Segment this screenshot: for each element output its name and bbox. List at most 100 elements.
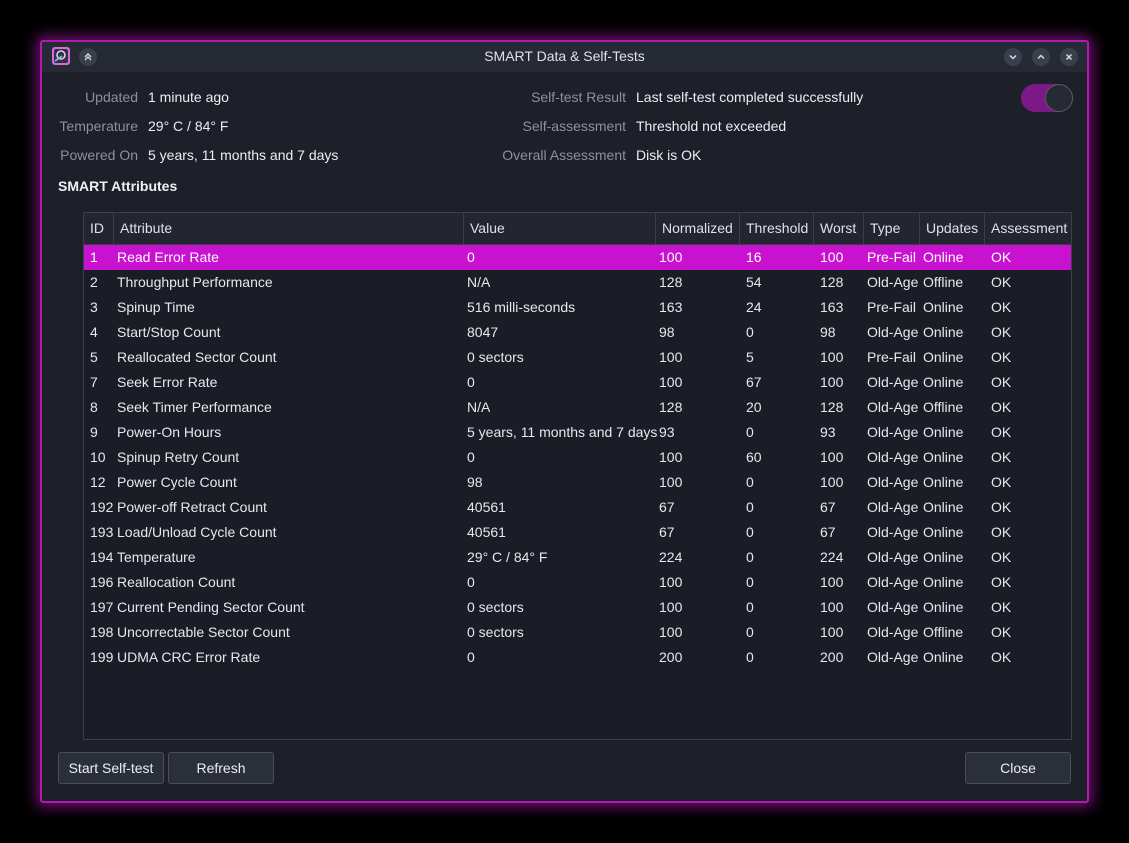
maximize-button[interactable] [1032, 48, 1050, 66]
selftest-result-label: Self-test Result [531, 89, 626, 105]
column-header-worst[interactable]: Worst [814, 213, 864, 244]
window-title: SMART Data & Self-Tests [484, 48, 645, 64]
table-row[interactable]: 199 UDMA CRC Error Rate 0 200 0 200 Old-Age Onl… [84, 645, 1071, 670]
row-threshold-cell: 20 [746, 399, 762, 415]
table-row[interactable]: 192 Power-off Retract Count 40561 67 0 67 Old-… [84, 495, 1071, 520]
row-attribute-cell: Throughput Performance [117, 274, 273, 290]
updated-value: 1 minute ago [148, 89, 229, 105]
column-header-type[interactable]: Type [864, 213, 920, 244]
row-updates-cell: Online [923, 449, 964, 465]
refresh-button[interactable]: Refresh [168, 752, 274, 784]
row-attribute-cell: Seek Error Rate [117, 374, 218, 390]
row-id-cell: 5 [90, 349, 98, 365]
table-row[interactable]: 3 Spinup Time 516 milli-seconds 163 24 163 Pre… [84, 295, 1071, 320]
row-value-cell: 40561 [467, 499, 506, 515]
row-threshold-cell: 0 [746, 649, 754, 665]
table-row[interactable]: 5 Reallocated Sector Count 0 sectors 100 5 10… [84, 345, 1071, 370]
row-updates-cell: Online [923, 574, 964, 590]
row-assessment-cell: OK [991, 599, 1012, 615]
row-id-cell: 193 [90, 524, 114, 540]
row-id-cell: 7 [90, 374, 98, 390]
row-value-cell: N/A [467, 274, 491, 290]
title-bar[interactable]: SMART Data & Self-Tests [42, 42, 1087, 72]
table-row[interactable]: 4 Start/Stop Count 8047 98 0 98 Old-Age Online O… [84, 320, 1071, 345]
table-row[interactable]: 12 Power Cycle Count 98 100 0 100 Old-Age Onlin… [84, 470, 1071, 495]
row-worst-cell: 67 [820, 524, 836, 540]
table-row[interactable]: 9 Power-On Hours 5 years, 11 months and 7 … [84, 420, 1071, 445]
row-worst-cell: 100 [820, 574, 844, 590]
minimize-button[interactable] [1004, 48, 1022, 66]
row-id-cell: 9 [90, 424, 98, 440]
temperature-label: Temperature [59, 118, 138, 134]
table-body: 1 Read Error Rate 0 100 16 100 Pre-Fail Online O… [84, 245, 1071, 670]
row-assessment-cell: OK [991, 499, 1012, 515]
row-id-cell: 192 [90, 499, 114, 515]
table-row[interactable]: 1 Read Error Rate 0 100 16 100 Pre-Fail Online O… [84, 245, 1071, 270]
start-self-test-button[interactable]: Start Self-test [58, 752, 164, 784]
row-updates-cell: Online [923, 474, 964, 490]
table-row[interactable]: 194 Temperature 29° C / 84° F 224 0 224 Old-Ag… [84, 545, 1071, 570]
row-id-cell: 194 [90, 549, 114, 565]
row-type-cell: Old-Age [867, 524, 919, 540]
row-worst-cell: 100 [820, 374, 844, 390]
table-row[interactable]: 2 Throughput Performance N/A 128 54 128 Old-Ag… [84, 270, 1071, 295]
row-updates-cell: Offline [923, 399, 964, 415]
row-worst-cell: 100 [820, 349, 844, 365]
table-row[interactable]: 193 Load/Unload Cycle Count 40561 67 0 67 Old-… [84, 520, 1071, 545]
row-attribute-cell: Spinup Time [117, 299, 195, 315]
row-updates-cell: Online [923, 424, 964, 440]
row-attribute-cell: Reallocated Sector Count [117, 349, 277, 365]
row-worst-cell: 100 [820, 474, 844, 490]
row-id-cell: 3 [90, 299, 98, 315]
close-window-button[interactable] [1060, 48, 1078, 66]
column-header-assessment[interactable]: Assessment [985, 213, 1072, 244]
row-updates-cell: Online [923, 324, 964, 340]
column-header-normalized[interactable]: Normalized [656, 213, 740, 244]
row-assessment-cell: OK [991, 299, 1012, 315]
row-threshold-cell: 0 [746, 324, 754, 340]
row-threshold-cell: 16 [746, 249, 762, 265]
row-id-cell: 2 [90, 274, 98, 290]
row-assessment-cell: OK [991, 324, 1012, 340]
row-assessment-cell: OK [991, 399, 1012, 415]
row-worst-cell: 100 [820, 449, 844, 465]
table-row[interactable]: 8 Seek Timer Performance N/A 128 20 128 Old-Ag… [84, 395, 1071, 420]
row-worst-cell: 67 [820, 499, 836, 515]
smart-attributes-table[interactable]: ID Attribute Value Normalized Threshold … [83, 212, 1072, 740]
row-id-cell: 196 [90, 574, 114, 590]
row-worst-cell: 100 [820, 624, 844, 640]
row-threshold-cell: 0 [746, 524, 754, 540]
close-button[interactable]: Close [965, 752, 1071, 784]
smart-dialog-window: SMART Data & Self-Tests Updated 1 minute… [40, 40, 1089, 803]
column-header-updates[interactable]: Updates [920, 213, 985, 244]
row-type-cell: Pre-Fail [867, 299, 917, 315]
row-updates-cell: Offline [923, 274, 964, 290]
table-row[interactable]: 198 Uncorrectable Sector Count 0 sectors 10… [84, 620, 1071, 645]
row-value-cell: 98 [467, 474, 483, 490]
column-header-id[interactable]: ID [84, 213, 114, 244]
row-attribute-cell: Read Error Rate [117, 249, 219, 265]
auto-refresh-toggle[interactable] [1021, 84, 1073, 112]
row-normalized-cell: 128 [659, 399, 683, 415]
row-assessment-cell: OK [991, 624, 1012, 640]
column-header-attribute[interactable]: Attribute [114, 213, 464, 244]
column-header-value[interactable]: Value [464, 213, 656, 244]
table-row[interactable]: 197 Current Pending Sector Count 0 sectors… [84, 595, 1071, 620]
table-row[interactable]: 10 Spinup Retry Count 0 100 60 100 Old-Age Onli… [84, 445, 1071, 470]
row-normalized-cell: 100 [659, 249, 683, 265]
row-attribute-cell: Power-off Retract Count [117, 499, 267, 515]
row-updates-cell: Online [923, 524, 964, 540]
smart-attributes-heading: SMART Attributes [58, 178, 178, 194]
row-worst-cell: 93 [820, 424, 836, 440]
column-header-threshold[interactable]: Threshold [740, 213, 814, 244]
row-updates-cell: Online [923, 599, 964, 615]
row-threshold-cell: 54 [746, 274, 762, 290]
row-attribute-cell: Start/Stop Count [117, 324, 221, 340]
row-type-cell: Pre-Fail [867, 249, 917, 265]
chevron-down-icon [1009, 54, 1017, 60]
row-id-cell: 8 [90, 399, 98, 415]
table-row[interactable]: 196 Reallocation Count 0 100 0 100 Old-Age Onli… [84, 570, 1071, 595]
row-normalized-cell: 163 [659, 299, 683, 315]
row-threshold-cell: 5 [746, 349, 754, 365]
table-row[interactable]: 7 Seek Error Rate 0 100 67 100 Old-Age Online OK [84, 370, 1071, 395]
